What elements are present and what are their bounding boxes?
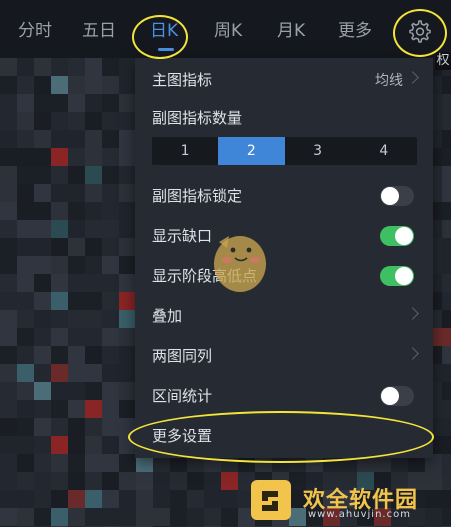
count-option-1[interactable]: 1 — [152, 137, 218, 165]
active-tab-indicator — [158, 48, 174, 51]
tab-weekly-k[interactable]: 周K — [214, 18, 242, 44]
show-high-low-row: 显示阶段高低点 — [135, 256, 433, 296]
main-indicator-label: 主图指标 — [152, 71, 213, 89]
interval-stats-toggle[interactable] — [380, 386, 414, 406]
toggle-knob — [381, 187, 399, 205]
chart-settings-menu: 主图指标 均线 副图指标数量 1 2 3 4 副图指标锁定 显示缺口 显示阶段高… — [135, 58, 433, 458]
show-gap-toggle[interactable] — [380, 226, 414, 246]
tab-monthly-k[interactable]: 月K — [277, 18, 305, 44]
tab-intraday[interactable]: 分时 — [18, 18, 52, 44]
two-charts-row[interactable]: 两图同列 — [135, 336, 433, 376]
site-watermark: 欢全软件园 www.ahuvjin.com — [248, 477, 448, 527]
period-tab-bar: 分时 五日 日K 周K 月K 更多 — [0, 0, 451, 58]
sub-indicator-count-label: 副图指标数量 — [152, 109, 243, 127]
two-charts-label: 两图同列 — [152, 347, 213, 365]
show-gap-label: 显示缺口 — [152, 227, 213, 245]
chevron-right-icon — [406, 307, 419, 320]
gear-icon[interactable] — [406, 18, 432, 44]
overlay-row[interactable]: 叠加 — [135, 296, 433, 336]
main-indicator-row[interactable]: 主图指标 均线 — [135, 60, 433, 100]
more-settings-label: 更多设置 — [152, 427, 213, 445]
overlay-label: 叠加 — [152, 307, 183, 325]
watermark-url: www.ahuvjin.com — [308, 509, 411, 520]
tab-five-day[interactable]: 五日 — [82, 18, 116, 44]
tab-daily-k[interactable]: 日K — [150, 18, 178, 44]
main-indicator-value: 均线 — [375, 73, 403, 89]
interval-stats-label: 区间统计 — [152, 387, 213, 405]
watermark-logo-icon — [251, 480, 291, 520]
sub-indicator-lock-toggle[interactable] — [380, 186, 414, 206]
sub-indicator-lock-label: 副图指标锁定 — [152, 187, 243, 205]
mascot-overlay — [214, 236, 266, 292]
toggle-knob — [381, 387, 399, 405]
count-option-2[interactable]: 2 — [218, 137, 285, 165]
rights-marker: 权 — [435, 52, 451, 70]
tab-more[interactable]: 更多 — [338, 18, 372, 44]
count-option-4[interactable]: 4 — [351, 137, 417, 165]
sub-indicator-count-row: 副图指标数量 — [135, 98, 433, 138]
chevron-right-icon — [406, 71, 419, 84]
interval-stats-row: 区间统计 — [135, 376, 433, 416]
toggle-knob — [395, 267, 413, 285]
more-settings-row[interactable]: 更多设置 — [135, 416, 433, 456]
show-gap-row: 显示缺口 — [135, 216, 433, 256]
chevron-right-icon — [406, 347, 419, 360]
sub-indicator-lock-row: 副图指标锁定 — [135, 176, 433, 216]
count-option-3[interactable]: 3 — [285, 137, 351, 165]
sub-indicator-count-selector: 1 2 3 4 — [152, 137, 417, 165]
toggle-knob — [395, 227, 413, 245]
show-high-low-toggle[interactable] — [380, 266, 414, 286]
